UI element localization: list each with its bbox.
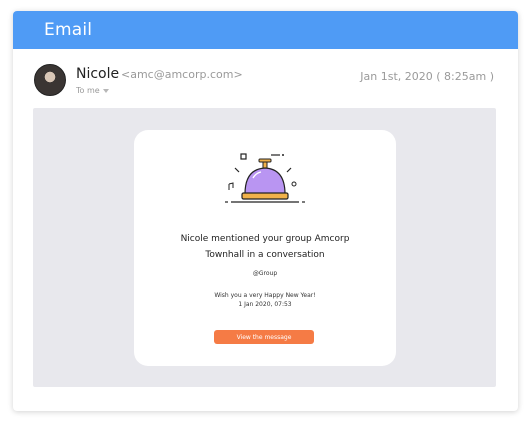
- group-tag: @Group: [252, 270, 278, 277]
- bell-icon: [225, 153, 305, 203]
- message-preview: Wish you a very Happy New Year! 1 Jan 20…: [134, 291, 396, 309]
- notification-line-1: Nicole mentioned your group Amcorp: [180, 234, 350, 244]
- notification-text: Nicole mentioned your group Amcorp Townh…: [134, 231, 396, 263]
- recipient-toggle[interactable]: To me: [76, 86, 109, 95]
- chevron-down-icon[interactable]: [102, 88, 109, 93]
- view-message-button[interactable]: View the message: [214, 330, 314, 344]
- message-timestamp: 1 Jan 2020, 07:53: [238, 301, 292, 308]
- email-meta: Nicole <amc@amcorp.com> To me Jan 1st, 2…: [13, 49, 518, 107]
- email-card: Email Nicole <amc@amcorp.com> To me Jan …: [13, 11, 518, 411]
- header-title: Email: [44, 20, 93, 40]
- email-header: Email: [13, 11, 518, 49]
- notification-line-2: Townhall in a conversation: [205, 250, 325, 260]
- message-card: Nicole mentioned your group Amcorp Townh…: [134, 130, 396, 366]
- email-body: Nicole mentioned your group Amcorp Townh…: [33, 108, 496, 387]
- recipient-label: To me: [76, 86, 100, 95]
- sender-name: Nicole: [76, 66, 120, 82]
- wish-text: Wish you a very Happy New Year!: [214, 292, 316, 299]
- sender-email[interactable]: <amc@amcorp.com>: [121, 68, 243, 81]
- avatar[interactable]: [34, 64, 66, 96]
- email-date: Jan 1st, 2020 ( 8:25am ): [360, 70, 494, 83]
